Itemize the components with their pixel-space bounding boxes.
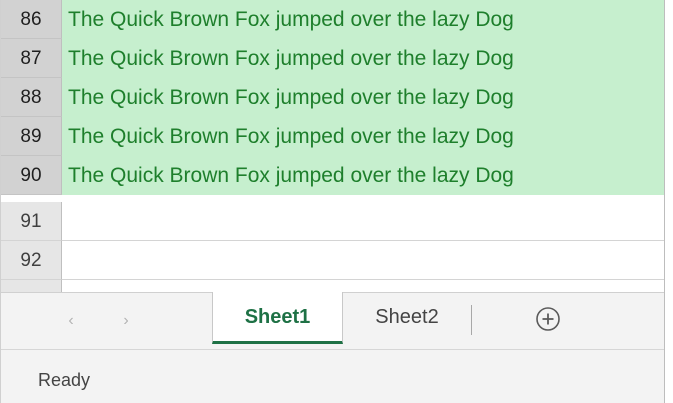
plus-circle-icon [536,307,560,331]
row-88[interactable]: 88 The Quick Brown Fox jumped over the l… [1,78,664,117]
row-92[interactable]: 92 [1,241,664,280]
cell-a90[interactable]: The Quick Brown Fox jumped over the lazy… [62,156,664,195]
row-87[interactable]: 87 The Quick Brown Fox jumped over the l… [1,39,664,78]
row-91[interactable]: 91 [1,202,664,241]
row-header[interactable]: 87 [1,39,62,78]
row-90[interactable]: 90 The Quick Brown Fox jumped over the l… [1,156,664,195]
cell-a92[interactable] [62,241,664,280]
row-header[interactable]: 89 [1,117,62,156]
tab-sheet1[interactable]: Sheet1 [212,292,343,344]
cell-a89[interactable]: The Quick Brown Fox jumped over the lazy… [62,117,664,156]
tab-divider [471,305,472,335]
row-86[interactable]: 86 The Quick Brown Fox jumped over the l… [1,0,664,39]
worksheet-grid: 86 The Quick Brown Fox jumped over the l… [1,0,664,292]
cell-a87[interactable]: The Quick Brown Fox jumped over the lazy… [62,39,664,78]
status-text: Ready [38,370,91,390]
row-header[interactable]: 92 [1,241,62,280]
row-header[interactable]: 90 [1,156,62,195]
cell-a91[interactable] [62,202,664,241]
add-sheet-button[interactable] [534,305,562,333]
row-header[interactable]: 86 [1,0,62,39]
cell-a86[interactable]: The Quick Brown Fox jumped over the lazy… [62,0,664,39]
scroll-tabs-right-icon[interactable]: › [116,311,136,331]
status-bar: Ready [1,350,664,403]
row-header[interactable]: 91 [1,202,62,241]
tab-sheet2[interactable]: Sheet2 [343,292,471,344]
row-header[interactable]: 88 [1,78,62,117]
scroll-tabs-left-icon[interactable]: ‹ [61,311,81,331]
row-header-partial [1,280,62,292]
spreadsheet-window: 86 The Quick Brown Fox jumped over the l… [0,0,665,403]
row-89[interactable]: 89 The Quick Brown Fox jumped over the l… [1,117,664,156]
cell-a88[interactable]: The Quick Brown Fox jumped over the lazy… [62,78,664,117]
sheet-tab-bar: ‹ › Sheet1 Sheet2 [1,292,664,350]
